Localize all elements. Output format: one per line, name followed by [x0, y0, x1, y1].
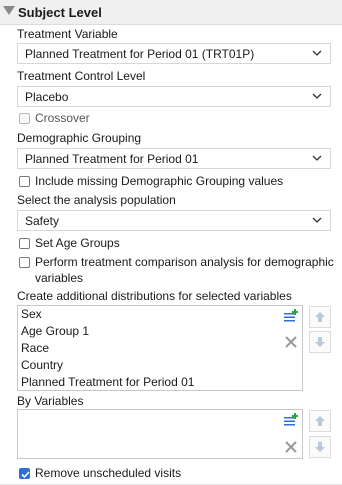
add-list-icon	[284, 413, 298, 426]
by-variables-listbox[interactable]	[17, 409, 303, 459]
perform-comparison-checkbox[interactable]	[19, 257, 30, 268]
treatment-variable-value: Planned Treatment for Period 01 (TRT01P)	[25, 47, 255, 61]
arrow-up-icon	[315, 312, 325, 322]
list-item[interactable]: Race	[21, 341, 49, 355]
analysis-population-label: Select the analysis population	[17, 193, 176, 207]
treatment-control-label: Treatment Control Level	[17, 69, 146, 83]
remove-x-icon	[285, 336, 297, 348]
set-age-groups-label: Set Age Groups	[35, 236, 120, 250]
section-header[interactable]: Subject Level	[0, 0, 342, 25]
list-item[interactable]: Sex	[21, 307, 42, 321]
crossover-label: Crossover	[35, 111, 90, 125]
arrow-down-icon	[315, 337, 325, 347]
demographic-grouping-value: Planned Treatment for Period 01	[25, 152, 199, 166]
analysis-population-value: Safety	[25, 214, 60, 228]
add-list-button[interactable]	[280, 306, 302, 328]
list-item[interactable]: Age Group 1	[21, 324, 89, 338]
remove-unscheduled-checkbox[interactable]	[19, 468, 30, 479]
treatment-control-select[interactable]: Placebo	[17, 86, 331, 107]
include-missing-checkbox[interactable]	[19, 176, 30, 187]
list-item[interactable]: Country	[21, 358, 63, 372]
by-variables-label: By Variables	[17, 394, 84, 408]
chevron-down-icon	[312, 217, 322, 223]
set-age-groups-checkbox[interactable]	[19, 238, 30, 249]
arrow-up-icon	[315, 416, 325, 426]
remove-unscheduled-label: Remove unscheduled visits	[35, 466, 182, 480]
crossover-checkbox[interactable]	[19, 113, 30, 124]
chevron-down-icon	[312, 93, 322, 99]
by-move-down-button[interactable]	[309, 436, 331, 458]
treatment-variable-select[interactable]: Planned Treatment for Period 01 (TRT01P)	[17, 43, 331, 64]
remove-button[interactable]	[280, 331, 302, 353]
move-down-button[interactable]	[309, 331, 331, 353]
perform-comparison-label-line2: variables	[35, 271, 84, 285]
analysis-population-select[interactable]: Safety	[17, 210, 331, 231]
demographic-grouping-label: Demographic Grouping	[17, 131, 142, 145]
distributions-label: Create additional distributions for sele…	[17, 289, 292, 303]
remove-x-icon	[285, 441, 297, 453]
arrow-down-icon	[315, 442, 325, 452]
treatment-variable-label: Treatment Variable	[17, 27, 118, 41]
move-up-button[interactable]	[309, 306, 331, 328]
add-list-icon	[284, 309, 298, 322]
checkmark-icon	[21, 471, 30, 479]
list-item[interactable]: Planned Treatment for Period 01	[21, 375, 194, 389]
include-missing-label: Include missing Demographic Grouping val…	[35, 174, 284, 188]
distributions-listbox[interactable]: Sex Age Group 1 Race Country Planned Tre…	[17, 305, 303, 391]
add-by-variable-button[interactable]	[280, 410, 302, 432]
treatment-control-value: Placebo	[25, 90, 69, 104]
collapse-triangle-icon[interactable]	[3, 6, 15, 15]
demographic-grouping-select[interactable]: Planned Treatment for Period 01	[17, 148, 331, 169]
perform-comparison-label-line1: Perform treatment comparison analysis fo…	[35, 255, 334, 269]
chevron-down-icon	[312, 155, 322, 161]
section-title: Subject Level	[18, 5, 102, 20]
by-remove-button[interactable]	[280, 436, 302, 458]
by-move-up-button[interactable]	[309, 410, 331, 432]
chevron-down-icon	[312, 50, 322, 56]
